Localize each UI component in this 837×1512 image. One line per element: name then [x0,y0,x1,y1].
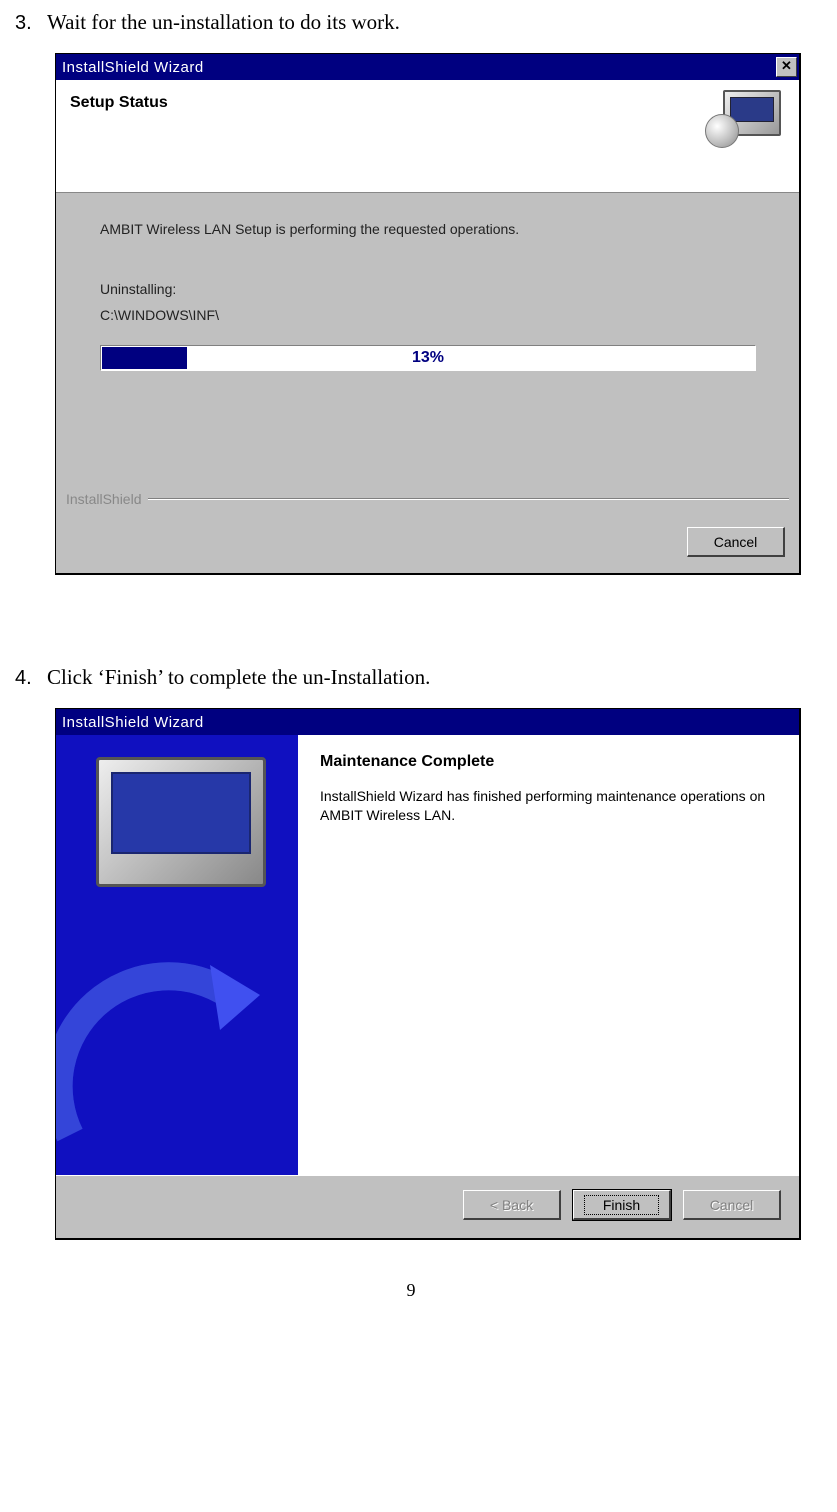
installer-graphic [703,90,781,152]
page-number: 9 [15,1280,807,1301]
monitor-screen-icon [730,97,774,122]
progress-bar: 13% [100,345,756,371]
monitor-screen-icon [111,772,251,854]
dialog-main: Maintenance Complete InstallShield Wizar… [56,735,799,1175]
close-button[interactable]: ✕ [776,57,797,77]
right-panel: Maintenance Complete InstallShield Wizar… [298,735,799,1175]
cancel-button: Cancel [683,1190,781,1220]
step-3-number: 3. [15,12,47,35]
uninstalling-path: C:\WINDOWS\INF\ [100,307,755,323]
step-4-number: 4. [15,667,47,690]
uninstalling-label: Uninstalling: [100,281,755,297]
side-graphic [56,735,298,1175]
step-4-text: Click ‘Finish’ to complete the un-Instal… [47,665,430,690]
titlebar: InstallShield Wizard ✕ [56,54,799,80]
cancel-button-label: Cancel [710,1197,754,1213]
back-button-label: < Back [490,1197,533,1213]
installshield-dialog-complete: InstallShield Wizard Maintenance Complet… [55,708,801,1240]
window-title: InstallShield Wizard [62,59,204,76]
progress-percent-text: 13% [412,349,444,367]
step-3-text: Wait for the un-installation to do its w… [47,10,400,35]
curved-arrow-icon [56,935,280,1165]
operation-description: AMBIT Wireless LAN Setup is performing t… [100,221,755,237]
step-3-row: 3. Wait for the un-installation to do it… [15,10,807,35]
progress-content: AMBIT Wireless LAN Setup is performing t… [56,193,799,491]
installshield-dialog-progress: InstallShield Wizard ✕ Setup Status AMBI… [55,53,801,575]
maintenance-complete-body: InstallShield Wizard has finished perfor… [320,787,777,825]
cancel-button[interactable]: Cancel [687,527,785,557]
disc-icon [705,114,739,148]
divider [148,498,790,500]
window-title: InstallShield Wizard [62,714,204,731]
progress-fill [102,347,187,369]
button-row: < Back Finish Cancel [56,1175,799,1238]
dialog-body: Maintenance Complete InstallShield Wizar… [56,735,799,1238]
button-row: Cancel [56,517,799,573]
spacer [15,575,807,665]
dialog-body: Setup Status AMBIT Wireless LAN Setup is… [56,80,799,573]
brand-row: InstallShield [56,491,799,517]
finish-button[interactable]: Finish [573,1190,671,1220]
setup-status-heading: Setup Status [70,90,168,112]
header-panel: Setup Status [56,80,799,193]
cancel-button-label: Cancel [714,534,758,550]
brand-label: InstallShield [66,491,142,507]
dialog-2-container: InstallShield Wizard Maintenance Complet… [55,708,807,1240]
finish-button-label: Finish [584,1195,659,1215]
step-4-row: 4. Click ‘Finish’ to complete the un-Ins… [15,665,807,690]
maintenance-complete-heading: Maintenance Complete [320,753,777,771]
titlebar: InstallShield Wizard [56,709,799,735]
monitor-icon [96,757,266,887]
back-button: < Back [463,1190,561,1220]
dialog-1-container: InstallShield Wizard ✕ Setup Status AMBI… [55,53,807,575]
close-icon: ✕ [781,58,792,73]
